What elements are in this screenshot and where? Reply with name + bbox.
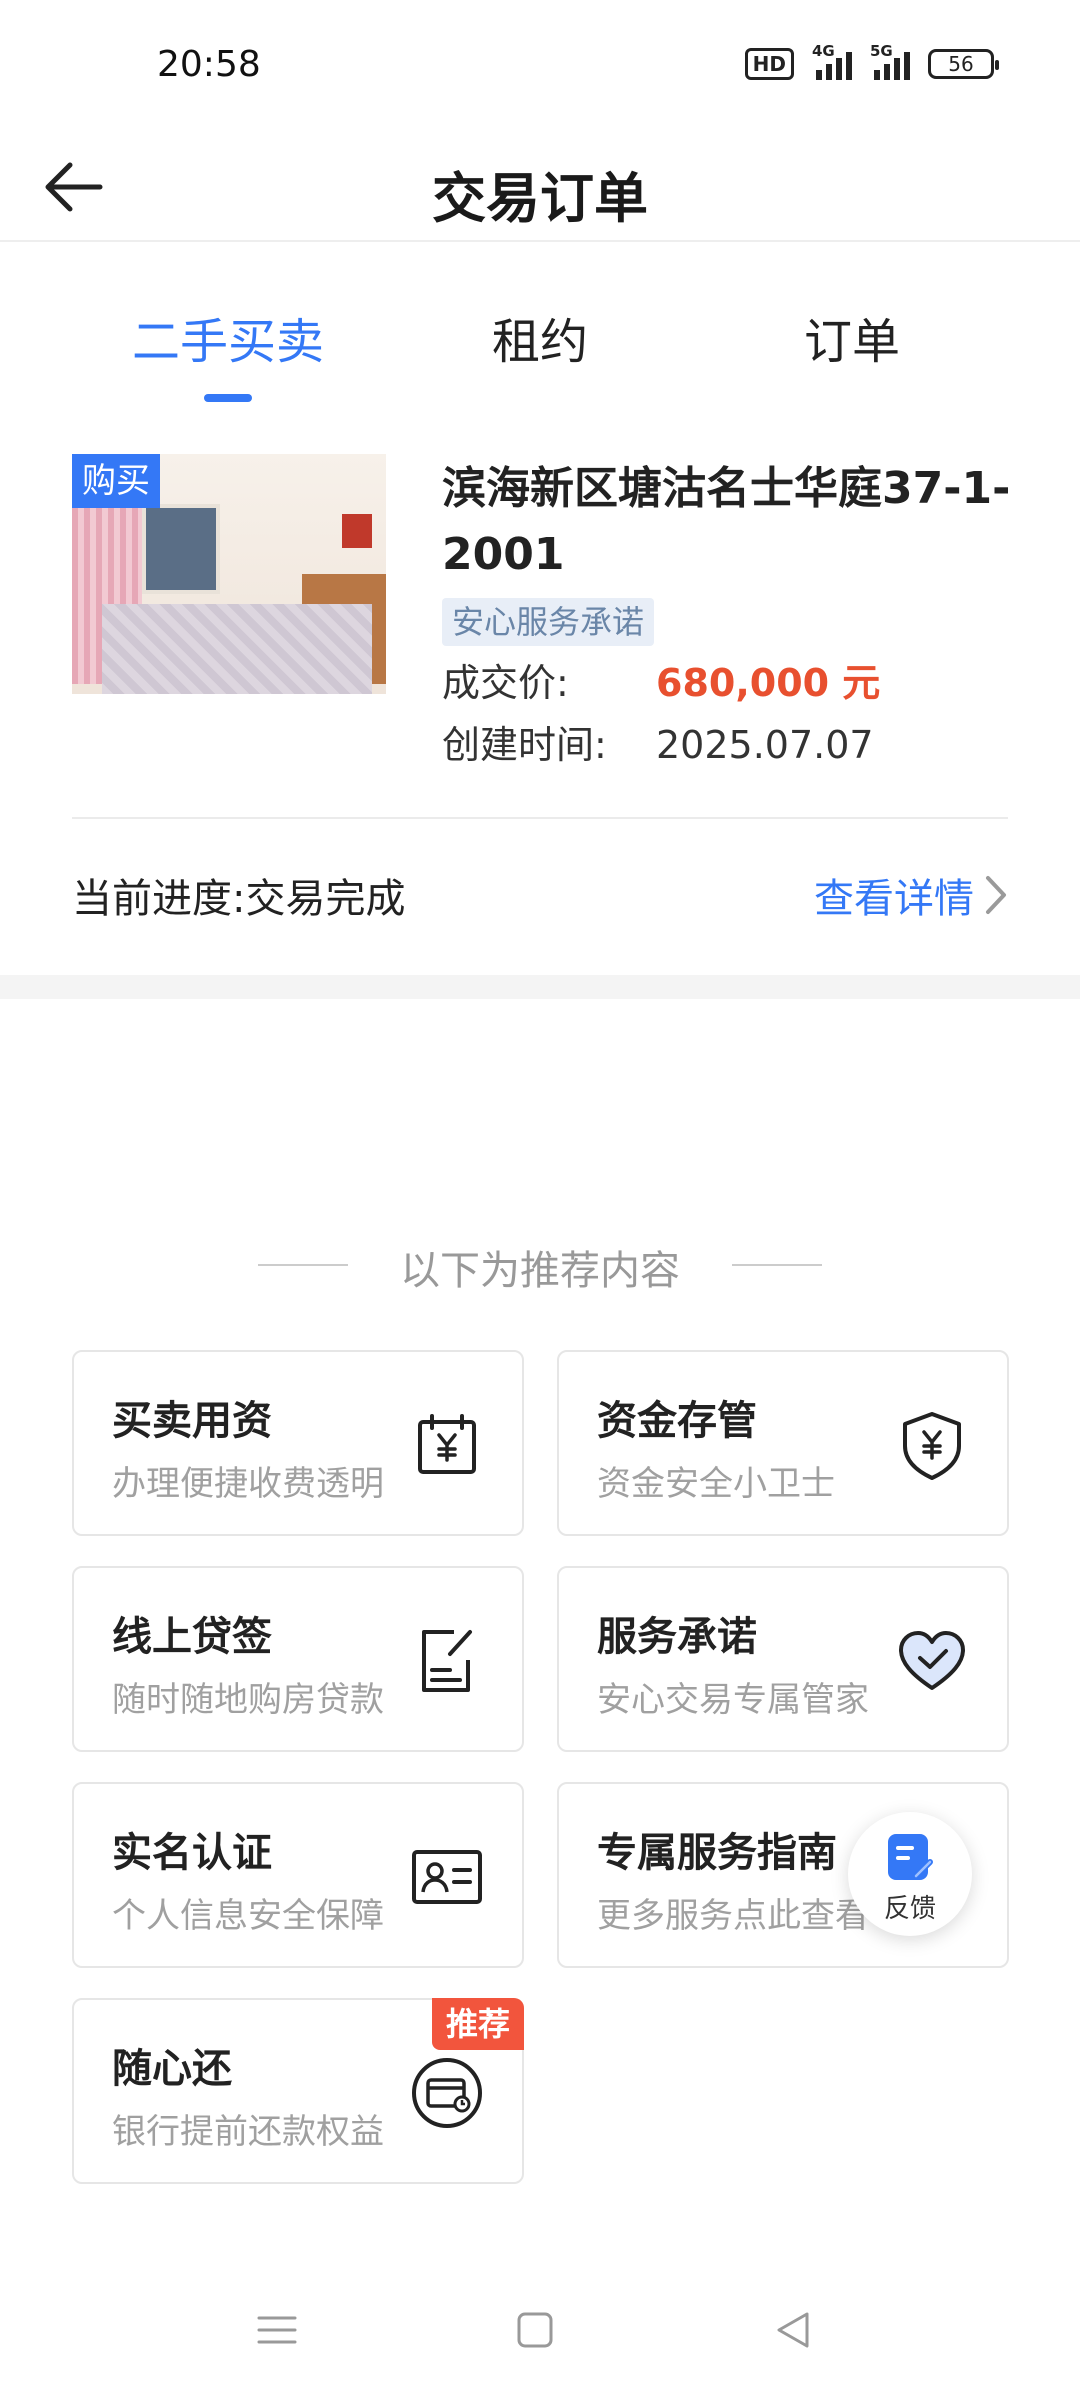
menu-button[interactable] — [247, 2300, 307, 2360]
heart-check-icon — [899, 1631, 965, 1690]
created-time-row: 创建时间: 2025.07.07 — [442, 718, 874, 772]
tab-second-hand[interactable]: 二手买卖 — [108, 302, 348, 372]
service-promise-tag: 安心服务承诺 — [442, 598, 655, 646]
service-title: 随心还 — [112, 2046, 232, 2092]
network-label-5g: 5G — [870, 42, 893, 60]
system-navigation-bar — [0, 2290, 1080, 2370]
service-subtitle: 随时随地购房贷款 — [112, 1680, 384, 1720]
battery-icon: 56 — [928, 49, 999, 79]
id-card-icon — [412, 1850, 482, 1904]
price-value: 680,000 元 — [656, 661, 881, 705]
service-title: 专属服务指南 — [597, 1830, 837, 1876]
sign-document-icon — [422, 1630, 472, 1692]
service-title: 实名认证 — [112, 1830, 272, 1876]
service-subtitle: 资金安全小卫士 — [597, 1464, 835, 1504]
service-title: 线上贷签 — [112, 1614, 272, 1660]
view-details-label: 查看详情 — [814, 876, 974, 922]
view-details-link[interactable]: 查看详情 — [814, 866, 1008, 924]
feedback-icon — [888, 1834, 933, 1880]
service-title: 服务承诺 — [597, 1614, 757, 1660]
service-subtitle: 更多服务点此查看 — [597, 1896, 869, 1936]
page-title: 交易订单 — [432, 167, 648, 230]
shield-yen-icon — [903, 1412, 961, 1480]
status-icons: HD 4G 5G 56 — [744, 42, 999, 80]
status-time: 20:58 — [157, 44, 261, 85]
card-clock-icon — [412, 2058, 482, 2128]
service-card-online-loan[interactable]: 线上贷签 随时随地购房贷款 — [72, 1566, 524, 1752]
created-time-value: 2025.07.07 — [656, 723, 874, 767]
created-time-label: 创建时间: — [442, 723, 607, 767]
recommend-heading-text: 以下为推荐内容 — [400, 1248, 680, 1294]
section-separator — [0, 975, 1080, 999]
progress-row: 当前进度:交易完成 查看详情 — [72, 860, 1008, 930]
home-button[interactable] — [505, 2300, 565, 2360]
service-title: 买卖用资 — [112, 1398, 272, 1444]
network-label-4g: 4G — [812, 42, 835, 60]
signal-4g-icon: 4G — [812, 42, 852, 80]
service-subtitle: 安心交易专属管家 — [597, 1680, 869, 1720]
recommend-heading: 以下为推荐内容 — [0, 1234, 1080, 1294]
property-thumbnail[interactable]: 购买 — [72, 454, 386, 694]
service-title: 资金存管 — [597, 1398, 757, 1444]
service-subtitle: 个人信息安全保障 — [112, 1896, 384, 1936]
feedback-label: 反馈 — [883, 1894, 936, 1924]
back-nav-button[interactable] — [763, 2300, 823, 2360]
service-card-fund-custody[interactable]: 资金存管 资金安全小卫士 — [557, 1350, 1009, 1536]
app-header: 交易订单 — [0, 130, 1080, 242]
back-triangle-icon — [777, 2312, 809, 2348]
service-subtitle: 银行提前还款权益 — [112, 2112, 384, 2152]
service-card-transaction-funds[interactable]: 买卖用资 办理便捷收费透明 — [72, 1350, 524, 1536]
progress-status: 当前进度:交易完成 — [72, 876, 406, 922]
heading-line-right — [732, 1264, 822, 1266]
signal-5g-icon: 5G — [870, 42, 910, 80]
active-tab-indicator — [204, 394, 252, 402]
tab-bar: 二手买卖 租约 订单 — [0, 290, 1080, 410]
chevron-right-icon — [986, 876, 1006, 914]
home-square-icon — [517, 2312, 553, 2348]
calendar-yen-icon — [418, 1414, 476, 1474]
tab-lease[interactable]: 租约 — [420, 302, 660, 372]
recommend-badge: 推荐 — [431, 1998, 524, 2050]
buy-badge: 购买 — [72, 454, 160, 508]
price-label: 成交价: — [442, 661, 569, 705]
feedback-button[interactable]: 反馈 — [848, 1812, 972, 1936]
hd-icon: HD — [744, 48, 794, 80]
price-row: 成交价: 680,000 元 — [442, 656, 880, 710]
property-title: 滨海新区塘沽名士华庭37-1-2001 — [442, 463, 1011, 580]
service-card-real-name[interactable]: 实名认证 个人信息安全保障 — [72, 1782, 524, 1968]
divider — [72, 817, 1008, 819]
status-bar: 20:58 HD 4G 5G 56 — [0, 0, 1080, 130]
service-subtitle: 办理便捷收费透明 — [112, 1464, 384, 1504]
service-card-service-promise[interactable]: 服务承诺 安心交易专属管家 — [557, 1566, 1009, 1752]
tab-orders[interactable]: 订单 — [732, 302, 972, 372]
menu-icon — [257, 2316, 297, 2344]
service-card-flexible-repay[interactable]: 推荐 随心还 银行提前还款权益 — [72, 1998, 524, 2184]
